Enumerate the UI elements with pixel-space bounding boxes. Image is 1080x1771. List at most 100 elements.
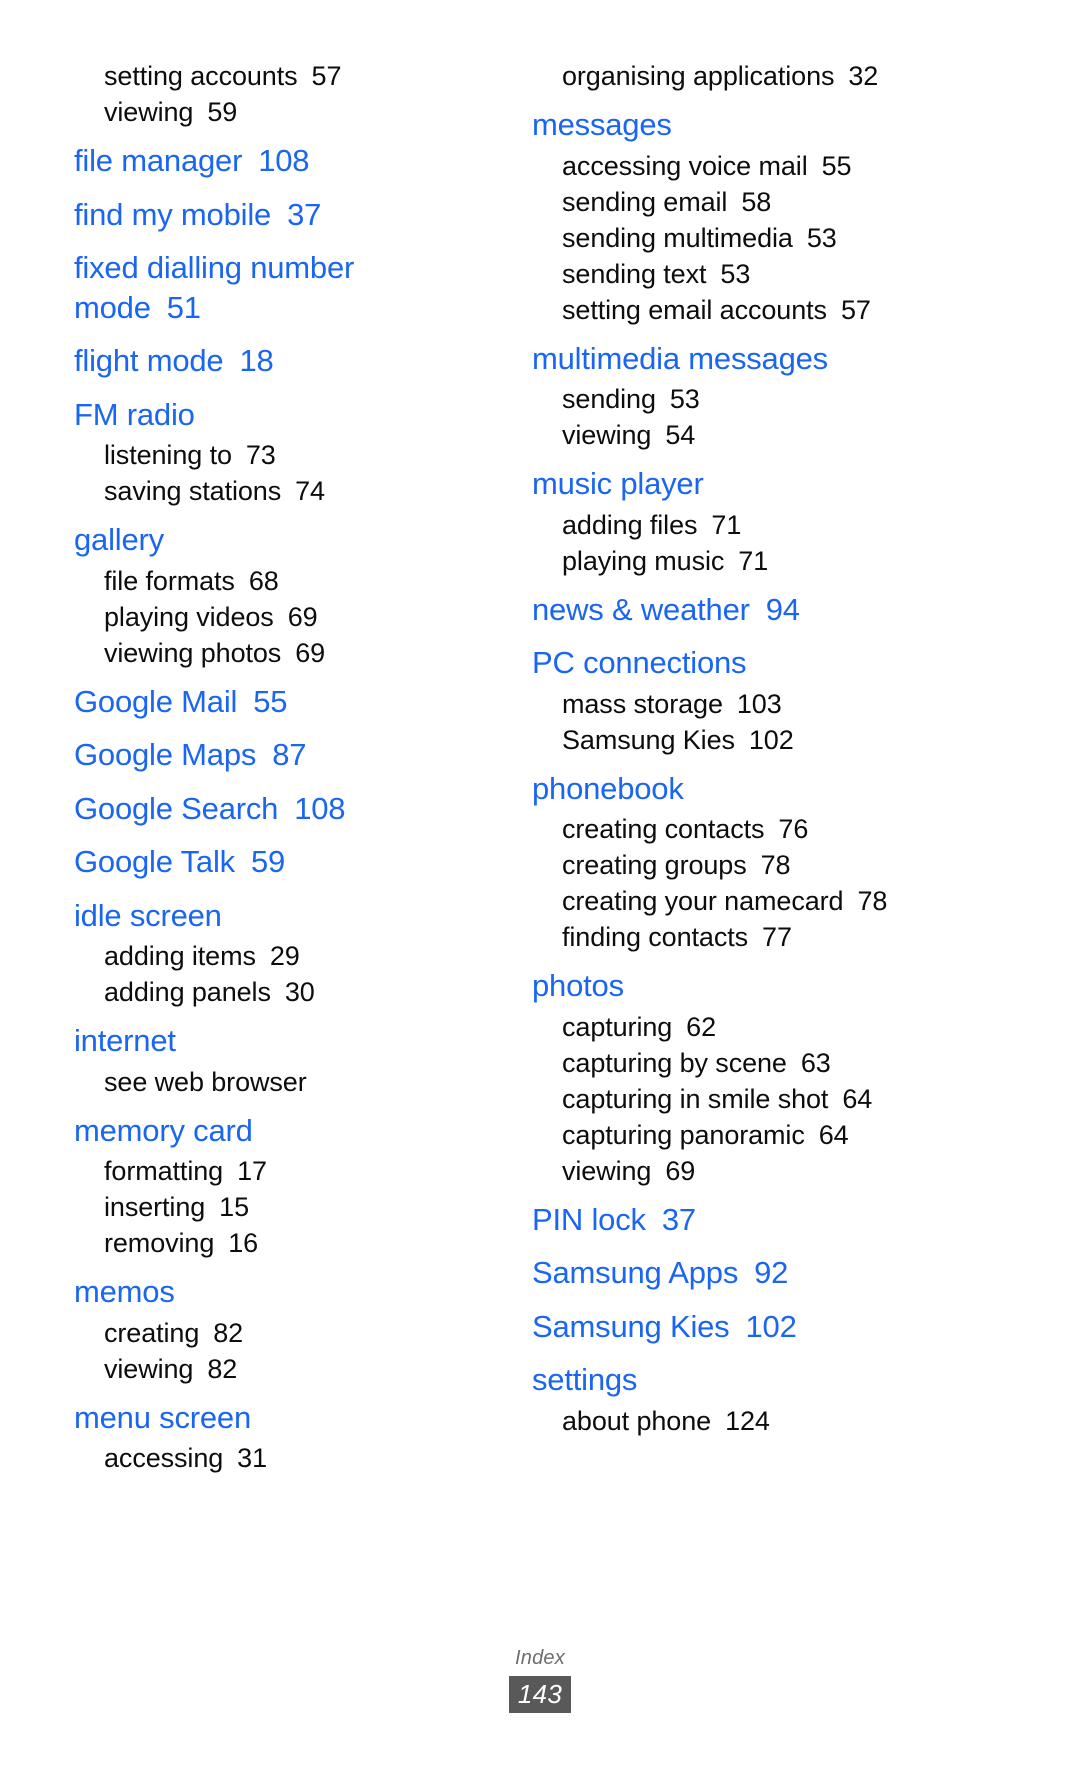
index-page-reference: 29 (269, 941, 300, 971)
index-heading-label: Google Maps (74, 737, 257, 772)
index-subentry-label: playing music (562, 545, 725, 576)
index-page-reference: 17 (237, 1156, 267, 1186)
index-page-reference: 87 (272, 737, 307, 772)
index-subentry-label: sending multimedia (562, 222, 793, 253)
index-heading: Google Search 108 (62, 786, 492, 832)
index-heading: mode 51 (62, 285, 492, 331)
index-heading: PIN lock 37 (520, 1197, 950, 1243)
index-page-reference: 64 (818, 1119, 849, 1150)
index-subentry: playing music 71 (520, 543, 950, 579)
index-subentry-label: finding contacts (562, 922, 749, 952)
index-subentry: formatting 17 (62, 1153, 492, 1189)
index-subentry-label: removing (104, 1228, 215, 1258)
index-heading-label: messages (532, 107, 672, 142)
index-page-reference: 124 (725, 1405, 770, 1436)
index-heading: FM radio (62, 392, 492, 438)
index-page-reference: 82 (207, 1353, 238, 1384)
index-subentry-label: accessing voice mail (562, 150, 808, 181)
index-heading-label: Samsung Apps (532, 1255, 739, 1290)
index-page-reference: 16 (228, 1228, 259, 1258)
index-subentry-label: viewing (104, 1353, 194, 1384)
index-subentry: setting accounts 57 (62, 58, 492, 94)
index-page-reference: 64 (842, 1083, 873, 1114)
index-page-reference: 71 (711, 509, 742, 540)
index-heading-label: Google Mail (74, 683, 238, 719)
index-subentry-label: viewing (562, 420, 652, 450)
index-page-reference: 76 (778, 814, 809, 844)
index-subentry-label: sending email (562, 186, 728, 217)
index-heading: gallery (62, 517, 492, 563)
index-page-reference: 32 (848, 61, 879, 91)
index-subentry: creating your namecard 78 (520, 883, 950, 919)
index-heading-label: internet (74, 1023, 176, 1058)
index-columns: setting accounts 57 viewing 59 file manager 1… (62, 58, 1018, 1476)
index-page-reference: 94 (765, 591, 800, 627)
index-heading: menu screen (62, 1395, 492, 1441)
index-subentry: listening to 73 (62, 437, 492, 473)
index-subentry-label: adding panels (104, 977, 271, 1007)
index-heading-label: file manager (74, 143, 243, 178)
index-heading-label: photos (532, 968, 624, 1003)
index-page-reference: 15 (219, 1192, 249, 1222)
index-heading-label: Google Talk (74, 844, 235, 879)
index-subentry: removing 16 (62, 1225, 492, 1261)
index-heading: Google Maps 87 (62, 732, 492, 778)
index-page-reference: 62 (686, 1011, 717, 1042)
index-heading: find my mobile 37 (62, 192, 492, 238)
index-heading-label: find my mobile (74, 196, 272, 232)
index-heading: memos (62, 1269, 492, 1315)
index-subentry: adding panels 30 (62, 974, 492, 1010)
index-subentry-label: creating groups (562, 850, 747, 880)
index-heading-label: PC connections (532, 645, 747, 680)
index-heading: Google Talk 59 (62, 839, 492, 885)
index-page-reference: 78 (760, 850, 791, 880)
index-page-reference: 58 (741, 186, 772, 217)
index-subentry-label: creating (104, 1317, 200, 1348)
index-subentry: setting email accounts 57 (520, 292, 950, 328)
index-page-reference: 54 (665, 420, 696, 450)
index-subentry: capturing in smile shot 64 (520, 1081, 950, 1117)
index-page-reference: 102 (748, 724, 794, 755)
index-subentry-label: playing videos (104, 601, 274, 632)
index-page-reference: 69 (665, 1155, 696, 1186)
index-subentry-label: adding files (562, 509, 698, 540)
index-subentry: creating contacts 76 (520, 811, 950, 847)
index-subentry: playing videos 69 (62, 599, 492, 635)
index-page-reference: 18 (239, 343, 274, 378)
index-page-reference: 78 (857, 886, 888, 916)
index-subentry-label: viewing photos (104, 637, 282, 668)
page-footer: Index 143 (0, 1645, 1080, 1713)
index-subentry: inserting 15 (62, 1189, 492, 1225)
index-heading-label: gallery (74, 522, 164, 557)
index-heading: file manager 108 (62, 138, 492, 184)
index-page-reference: 108 (258, 143, 310, 178)
index-subentry-label: creating your namecard (562, 886, 844, 916)
index-subentry-label: see web browser (104, 1066, 307, 1097)
index-page-reference: 68 (248, 565, 279, 596)
index-page-reference: 53 (806, 222, 837, 253)
index-subentry: see web browser (62, 1064, 492, 1100)
index-heading-label: fixed dialling number (74, 250, 355, 285)
index-subentry-label: formatting (104, 1156, 224, 1186)
index-page-reference: 71 (738, 545, 769, 576)
index-page-reference: 53 (720, 258, 751, 289)
index-heading-label: phonebook (532, 770, 684, 806)
index-page-reference: 59 (250, 844, 286, 879)
index-subentry-label: capturing (562, 1011, 673, 1042)
index-page-reference: 77 (762, 922, 792, 952)
index-subentry: saving stations 74 (62, 473, 492, 509)
index-subentry: sending text 53 (520, 256, 950, 292)
index-heading-label: memos (74, 1274, 175, 1309)
index-subentry: accessing 31 (62, 1440, 492, 1476)
index-subentry-label: sending text (562, 258, 707, 289)
index-subentry-label: setting accounts (104, 61, 298, 91)
index-subentry: organising applications 32 (520, 58, 950, 94)
index-page-reference: 73 (245, 440, 276, 470)
index-page-reference: 37 (661, 1201, 696, 1237)
index-subentry: viewing 69 (520, 1153, 950, 1189)
index-heading: flight mode 18 (62, 338, 492, 384)
index-page-reference: 30 (284, 977, 315, 1007)
index-subentry: viewing 54 (520, 417, 950, 453)
index-page-reference: 108 (294, 790, 346, 826)
index-subentry: creating 82 (62, 1315, 492, 1351)
